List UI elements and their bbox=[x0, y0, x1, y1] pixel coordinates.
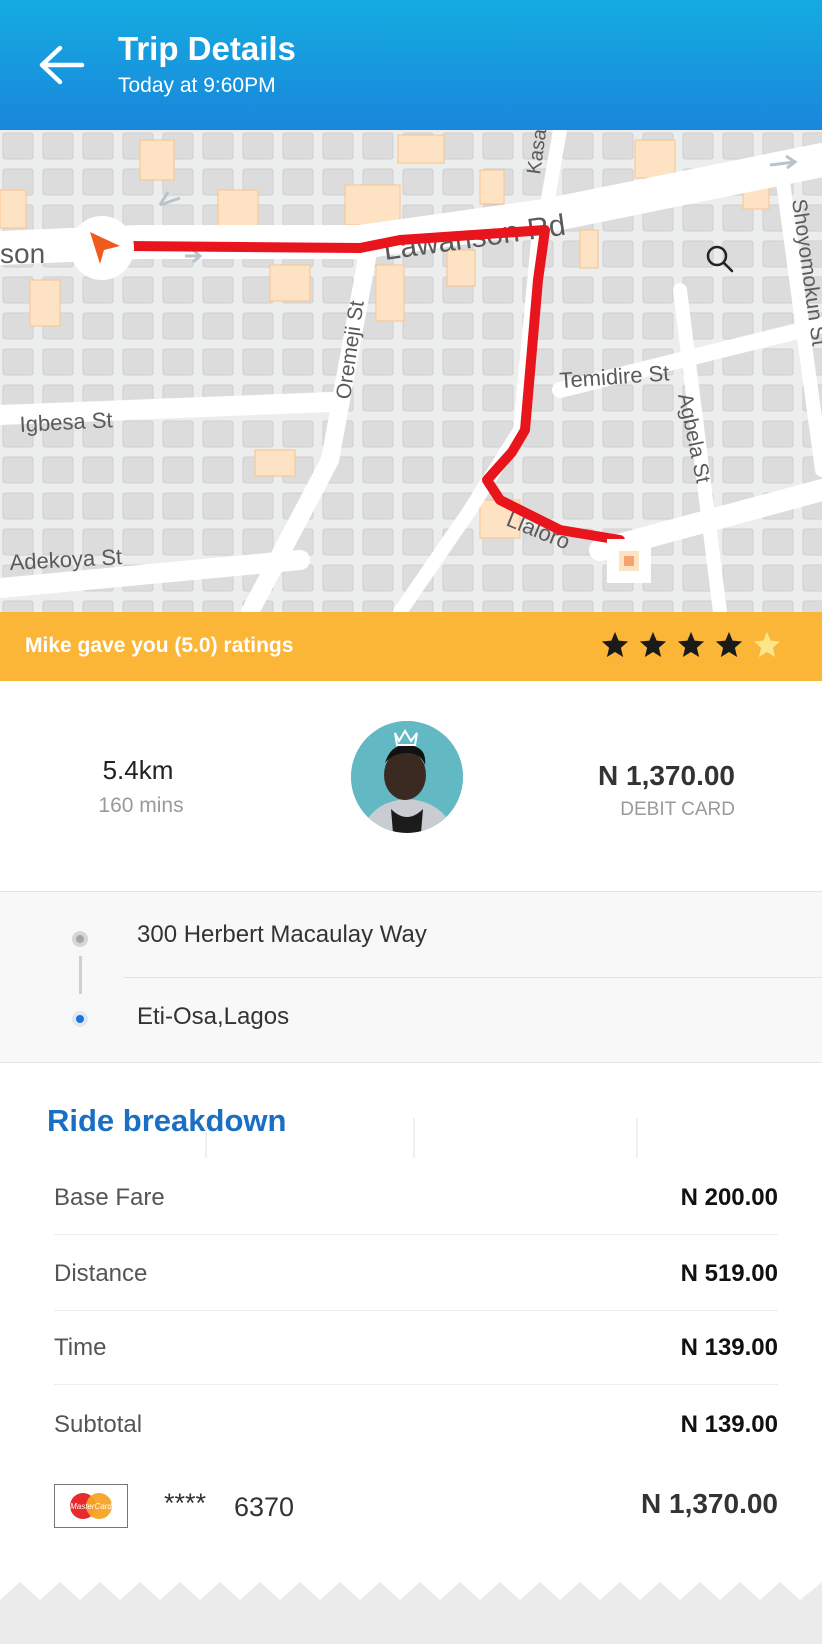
breakdown-row: Subtotal N 139.00 bbox=[54, 1389, 778, 1461]
divider bbox=[413, 1118, 415, 1158]
destination-marker-icon bbox=[607, 539, 651, 583]
row-value: N 519.00 bbox=[680, 1260, 778, 1287]
trip-duration: 160 mins bbox=[98, 794, 184, 817]
row-label: Distance bbox=[54, 1260, 148, 1287]
rating-text: Mike gave you (5.0) ratings bbox=[25, 634, 294, 657]
star-icon bbox=[715, 631, 743, 657]
map-canvas: son Lawanson Rd Oremeji St Igbesa St Tem… bbox=[0, 130, 822, 612]
card-last4: 6370 bbox=[234, 1492, 295, 1522]
total-amount: N 1,370.00 bbox=[641, 1488, 778, 1519]
star-icon bbox=[753, 631, 781, 657]
breakdown-row: Time N 139.00 bbox=[54, 1312, 778, 1385]
map-label-igbesa: Igbesa St bbox=[19, 407, 113, 437]
trip-distance: 5.4km bbox=[102, 755, 174, 785]
section-title: Ride breakdown bbox=[47, 1103, 287, 1138]
row-label: Base Fare bbox=[54, 1184, 165, 1211]
trip-summary: 5.4km 160 mins N 1,370.00 DEBIT CARD bbox=[0, 681, 822, 891]
route-connector bbox=[79, 956, 82, 994]
row-value: N 200.00 bbox=[680, 1184, 778, 1211]
rating-banner: Mike gave you (5.0) ratings bbox=[0, 612, 822, 681]
dropoff-dot-icon bbox=[72, 1011, 88, 1027]
arrow-left-icon[interactable] bbox=[34, 40, 90, 90]
map-label-son: son bbox=[0, 238, 45, 269]
app-header: Trip Details Today at 9:60PM bbox=[0, 0, 822, 130]
trip-amount: N 1,370.00 bbox=[598, 760, 735, 791]
receipt-edge bbox=[0, 1582, 822, 1644]
divider bbox=[636, 1118, 638, 1158]
trip-timestamp: Today at 9:60PM bbox=[118, 74, 276, 97]
payment-type: DEBIT CARD bbox=[620, 799, 735, 820]
star-icon bbox=[639, 631, 667, 657]
navigation-arrow-icon bbox=[70, 216, 134, 280]
trip-map[interactable]: son Lawanson Rd Oremeji St Igbesa St Tem… bbox=[0, 130, 822, 612]
divider bbox=[205, 1118, 207, 1158]
pickup-address: 300 Herbert Macaulay Way bbox=[137, 921, 427, 948]
mastercard-icon: MasterCard bbox=[54, 1484, 128, 1528]
row-label: Time bbox=[54, 1334, 107, 1361]
row-value: N 139.00 bbox=[680, 1334, 778, 1361]
breakdown-row: Base Fare N 200.00 bbox=[54, 1162, 778, 1235]
driver-avatar bbox=[351, 721, 463, 833]
card-mask: **** bbox=[164, 1488, 207, 1518]
star-icon bbox=[601, 631, 629, 657]
row-label: Subtotal bbox=[54, 1411, 143, 1438]
dropoff-address: Eti-Osa,Lagos bbox=[137, 1003, 290, 1030]
trip-addresses: 300 Herbert Macaulay Way Eti-Osa,Lagos bbox=[0, 891, 822, 1063]
star-rating bbox=[600, 630, 782, 664]
star-icon bbox=[677, 631, 705, 657]
pickup-dot-icon bbox=[72, 931, 88, 947]
page-title: Trip Details bbox=[118, 30, 296, 67]
breakdown-row: Distance N 519.00 bbox=[54, 1238, 778, 1311]
card-brand: MasterCard bbox=[70, 1502, 112, 1511]
row-value: N 139.00 bbox=[680, 1411, 778, 1438]
payment-card-row: MasterCard **** 6370 N 1,370.00 bbox=[54, 1478, 778, 1558]
address-divider bbox=[124, 977, 822, 978]
